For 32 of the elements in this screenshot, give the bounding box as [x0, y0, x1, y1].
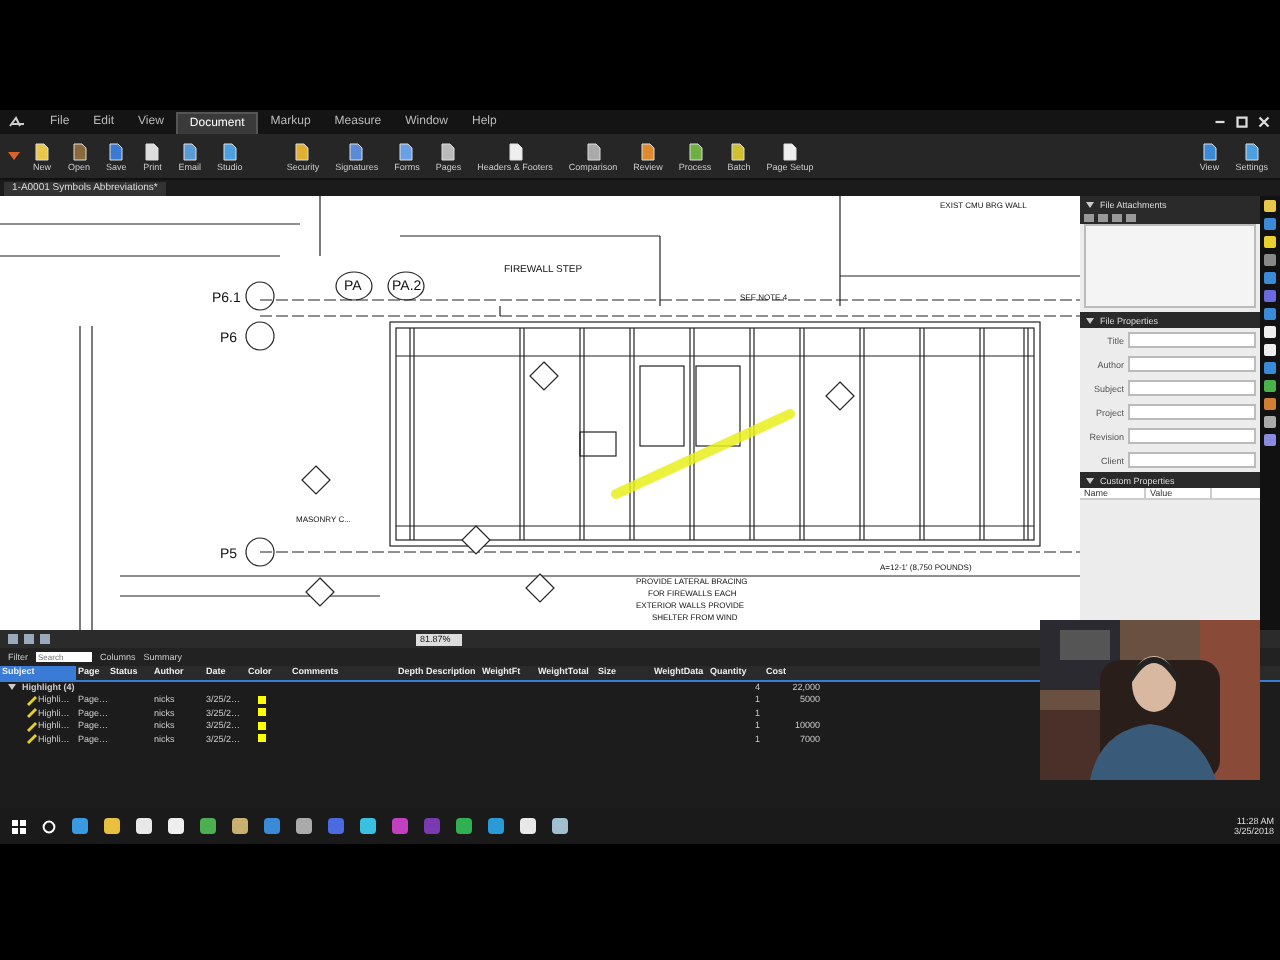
document-icon — [396, 141, 417, 161]
document-icon — [1199, 141, 1220, 161]
document-icon — [106, 141, 127, 161]
input-field[interactable] — [1128, 356, 1256, 372]
highlight-stroke[interactable] — [611, 409, 795, 499]
document-icon — [438, 141, 459, 161]
close-icon[interactable] — [1258, 116, 1270, 128]
document-icon — [638, 141, 659, 161]
document-icon — [1241, 141, 1262, 161]
input-field[interactable] — [1128, 404, 1256, 420]
maximize-icon[interactable] — [1236, 116, 1248, 128]
document-icon — [779, 141, 800, 161]
document-icon — [219, 141, 240, 161]
dropdown-arrow-icon[interactable] — [8, 152, 20, 160]
document-icon — [583, 141, 604, 161]
input-field[interactable] — [1128, 452, 1256, 468]
document-icon — [685, 141, 706, 161]
expand-triangle-icon[interactable] — [1086, 317, 1094, 323]
document-icon — [505, 141, 525, 161]
app-logo-icon — [8, 116, 26, 128]
document-icon — [292, 141, 313, 161]
input-field[interactable] — [1128, 380, 1256, 396]
input-field[interactable] — [1128, 332, 1256, 348]
search-icon[interactable] — [42, 819, 56, 833]
document-icon — [346, 141, 367, 161]
document-icon — [728, 141, 749, 161]
windows-start-icon[interactable] — [12, 819, 26, 833]
document-icon — [142, 141, 163, 161]
minimize-icon[interactable] — [1214, 116, 1226, 128]
document-icon — [179, 141, 200, 161]
input-field[interactable] — [1128, 428, 1256, 444]
expand-triangle-icon[interactable] — [8, 684, 16, 691]
